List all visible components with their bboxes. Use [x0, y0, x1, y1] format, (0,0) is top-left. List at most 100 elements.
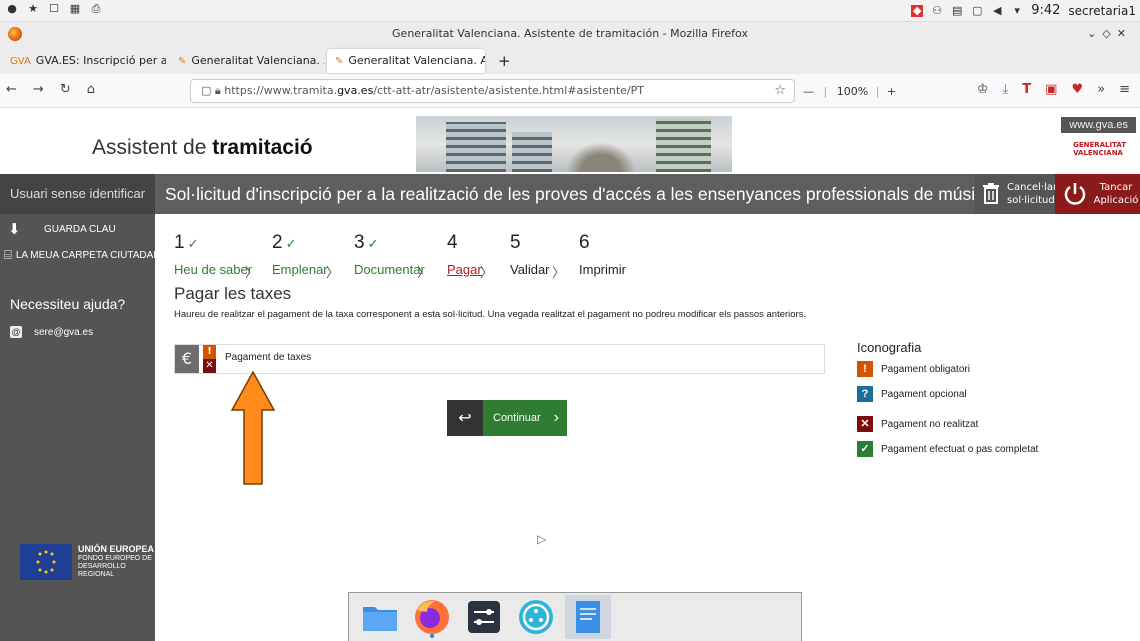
network-app-icon[interactable] — [513, 595, 559, 639]
header-banner-image — [416, 116, 732, 172]
reload-icon[interactable]: ↻ — [60, 82, 71, 97]
chevron-down-icon[interactable]: ▾ — [1011, 4, 1023, 17]
firefox-dock-icon[interactable] — [409, 595, 455, 639]
firefox-icon — [8, 27, 22, 41]
site-brand: Assistent de tramitació — [92, 136, 313, 160]
text-editor-dock-icon[interactable] — [565, 595, 611, 639]
back-button[interactable]: ↩ — [447, 400, 483, 436]
payment-status-icons: ! ✕ — [203, 345, 216, 373]
pocket-icon[interactable]: ♔ — [977, 82, 989, 97]
zoom-out-button[interactable]: — — [803, 85, 814, 98]
network-icon[interactable]: ⚇ — [931, 4, 943, 17]
continue-button-group: ↩ Continuar › — [447, 400, 567, 436]
payment-label[interactable]: Pagament de taxes — [225, 352, 311, 363]
email-address[interactable]: sere@gva.es — [34, 327, 93, 338]
step-heu-de-saber[interactable]: 1 ✓ Heu de saber — [174, 232, 252, 277]
url-bar[interactable]: ▢ 🔒︎ https://www.tramita.gva.es/ctt-att-… — [190, 79, 795, 103]
step-imprimir[interactable]: 6 Imprimir — [579, 232, 626, 277]
legend-label: Pagament obligatori — [881, 363, 970, 375]
menu-icon[interactable]: ≡ — [1119, 82, 1130, 97]
terminal-icon[interactable]: ▦ — [69, 3, 81, 15]
home-icon[interactable]: ⌂ — [87, 82, 95, 97]
close-application-button[interactable]: Tancar Aplicació — [1055, 174, 1140, 214]
translate-icon[interactable]: T — [1022, 82, 1031, 97]
section-description: Haureu de realitzar el pagament de la ta… — [174, 309, 807, 320]
addon-icon[interactable]: ♥ — [1071, 82, 1083, 97]
help-heading: Necessiteu ajuda? — [10, 296, 126, 312]
printer-icon[interactable]: ⎙ — [90, 3, 102, 15]
tab-gva-inscripcio[interactable]: GVAGVA.ES: Inscripció per a la✕ — [2, 49, 166, 73]
bookmark-star-icon[interactable]: ☆ — [774, 80, 786, 102]
step-pagar[interactable]: 4 Pagar — [447, 232, 482, 277]
chat-icon[interactable]: ▢ — [971, 4, 983, 17]
zoom-in-button[interactable]: + — [887, 85, 896, 98]
generalitat-logo[interactable]: GENERALITAT VALENCIANA — [1073, 141, 1126, 157]
step-number: 1 — [174, 232, 185, 253]
legend-label: Pagament no realitzat — [881, 418, 979, 430]
step-label[interactable]: Imprimir — [579, 262, 626, 277]
check-icon: ✓ — [285, 236, 297, 251]
extension-icon[interactable]: ▣ — [1045, 82, 1057, 97]
legend-item: ? Pagament opcional — [857, 386, 1038, 402]
step-label[interactable]: Emplenar — [272, 262, 328, 277]
step-emplenar[interactable]: 2 ✓ Emplenar — [272, 232, 328, 277]
step-number: 4 — [447, 232, 458, 253]
continue-button[interactable]: Continuar › — [483, 400, 567, 436]
dock — [348, 592, 802, 641]
pen-favicon-icon: ✎ — [335, 56, 344, 67]
step-label[interactable]: Pagar — [447, 262, 482, 277]
step-documentar[interactable]: 3 ✓ Documentar — [354, 232, 425, 277]
step-label[interactable]: Documentar — [354, 262, 425, 277]
window-title-bar: Generalitat Valenciana. Asistente de tra… — [0, 22, 1140, 46]
file-manager-icon[interactable] — [357, 595, 403, 639]
paw-icon[interactable]: ● — [6, 3, 18, 15]
logo-line2: VALENCIANA — [1073, 149, 1123, 157]
user-name[interactable]: secretaria1 — [1068, 4, 1136, 18]
eu-logo: UNIÓN EUROPEA FONDO EUROPEO DE DESARROLL… — [20, 544, 155, 580]
step-label[interactable]: Validar — [510, 262, 550, 277]
tab-label: GVA.ES: Inscripció per a la — [35, 54, 166, 67]
iconography-legend: Iconografia ! Pagament obligatori ? Paga… — [857, 340, 1038, 466]
tab-generalitat-active[interactable]: ✎Generalitat Valenciana. Asi✕ — [327, 49, 485, 73]
help-email[interactable]: @ sere@gva.es — [10, 326, 93, 338]
clock: 9:42 — [1031, 3, 1061, 18]
step-label[interactable]: Heu de saber — [174, 262, 252, 277]
volume-icon[interactable]: ◀ — [991, 4, 1003, 17]
forward-arrow-icon[interactable]: → — [33, 82, 44, 97]
sidebar-item-save-key[interactable]: ⬇ GUARDA CLAU — [8, 220, 116, 238]
overflow-icon[interactable]: » — [1097, 82, 1105, 97]
downloads-icon[interactable]: ⤓ — [1003, 82, 1009, 97]
window-icon[interactable]: ☐ — [48, 3, 60, 15]
tab-generalitat-1[interactable]: ✎Generalitat Valenciana. Asi✕ — [170, 49, 324, 73]
window-controls[interactable]: ⌄◇✕ — [1087, 22, 1132, 46]
chevron-right-icon: 〉 — [326, 265, 340, 280]
clipboard-icon[interactable]: ▤ — [951, 4, 963, 17]
mouse-cursor-icon: ▷ — [537, 532, 547, 546]
user-status: Usuari sense identificar — [0, 174, 155, 214]
exclamation-icon: ! — [857, 361, 873, 377]
euro-icon: € — [175, 345, 199, 373]
star-icon[interactable]: ★ — [27, 3, 39, 15]
cancel-request-button[interactable]: Cancel·lar sol·licitud — [975, 174, 1057, 214]
new-tab-button[interactable]: + — [490, 49, 519, 73]
gva-site-link[interactable]: www.gva.es — [1061, 117, 1136, 133]
chevron-right-icon: 〉 — [417, 265, 431, 280]
orange-up-arrow-annotation — [230, 370, 276, 485]
pen-favicon-icon: ✎ — [178, 56, 187, 67]
shield-icon: ▢ — [201, 84, 212, 97]
url-post: /ctt-att-atr/asistente/asistente.html#as… — [373, 84, 644, 97]
sidebar-item-citizen-folder[interactable]: ⌸ LA MEUA CARPETA CIUTADANA — [4, 247, 167, 263]
title-row: Usuari sense identificar Sol·licitud d'i… — [0, 174, 1140, 214]
legend-label: Pagament opcional — [881, 388, 967, 400]
sidebar-item-label: LA MEUA CARPETA CIUTADANA — [15, 249, 168, 261]
os-top-bar: ● ★ ☐ ▦ ⎙ ◆ ⚇ ▤ ▢ ◀ ▾ 9:42 secretaria1 — [0, 0, 1140, 22]
step-number: 6 — [579, 232, 590, 253]
back-arrow-icon[interactable]: ← — [6, 82, 17, 97]
step-validar[interactable]: 5 Validar — [510, 232, 550, 277]
window-title: Generalitat Valenciana. Asistente de tra… — [392, 27, 748, 40]
eu-line-1: FONDO EUROPEO DE — [78, 555, 152, 562]
mandatory-payment-icon: ! — [203, 345, 216, 359]
zoom-level[interactable]: 100% — [837, 85, 868, 98]
settings-dock-icon[interactable] — [461, 595, 507, 639]
tray-app-icon[interactable]: ◆ — [911, 4, 924, 17]
